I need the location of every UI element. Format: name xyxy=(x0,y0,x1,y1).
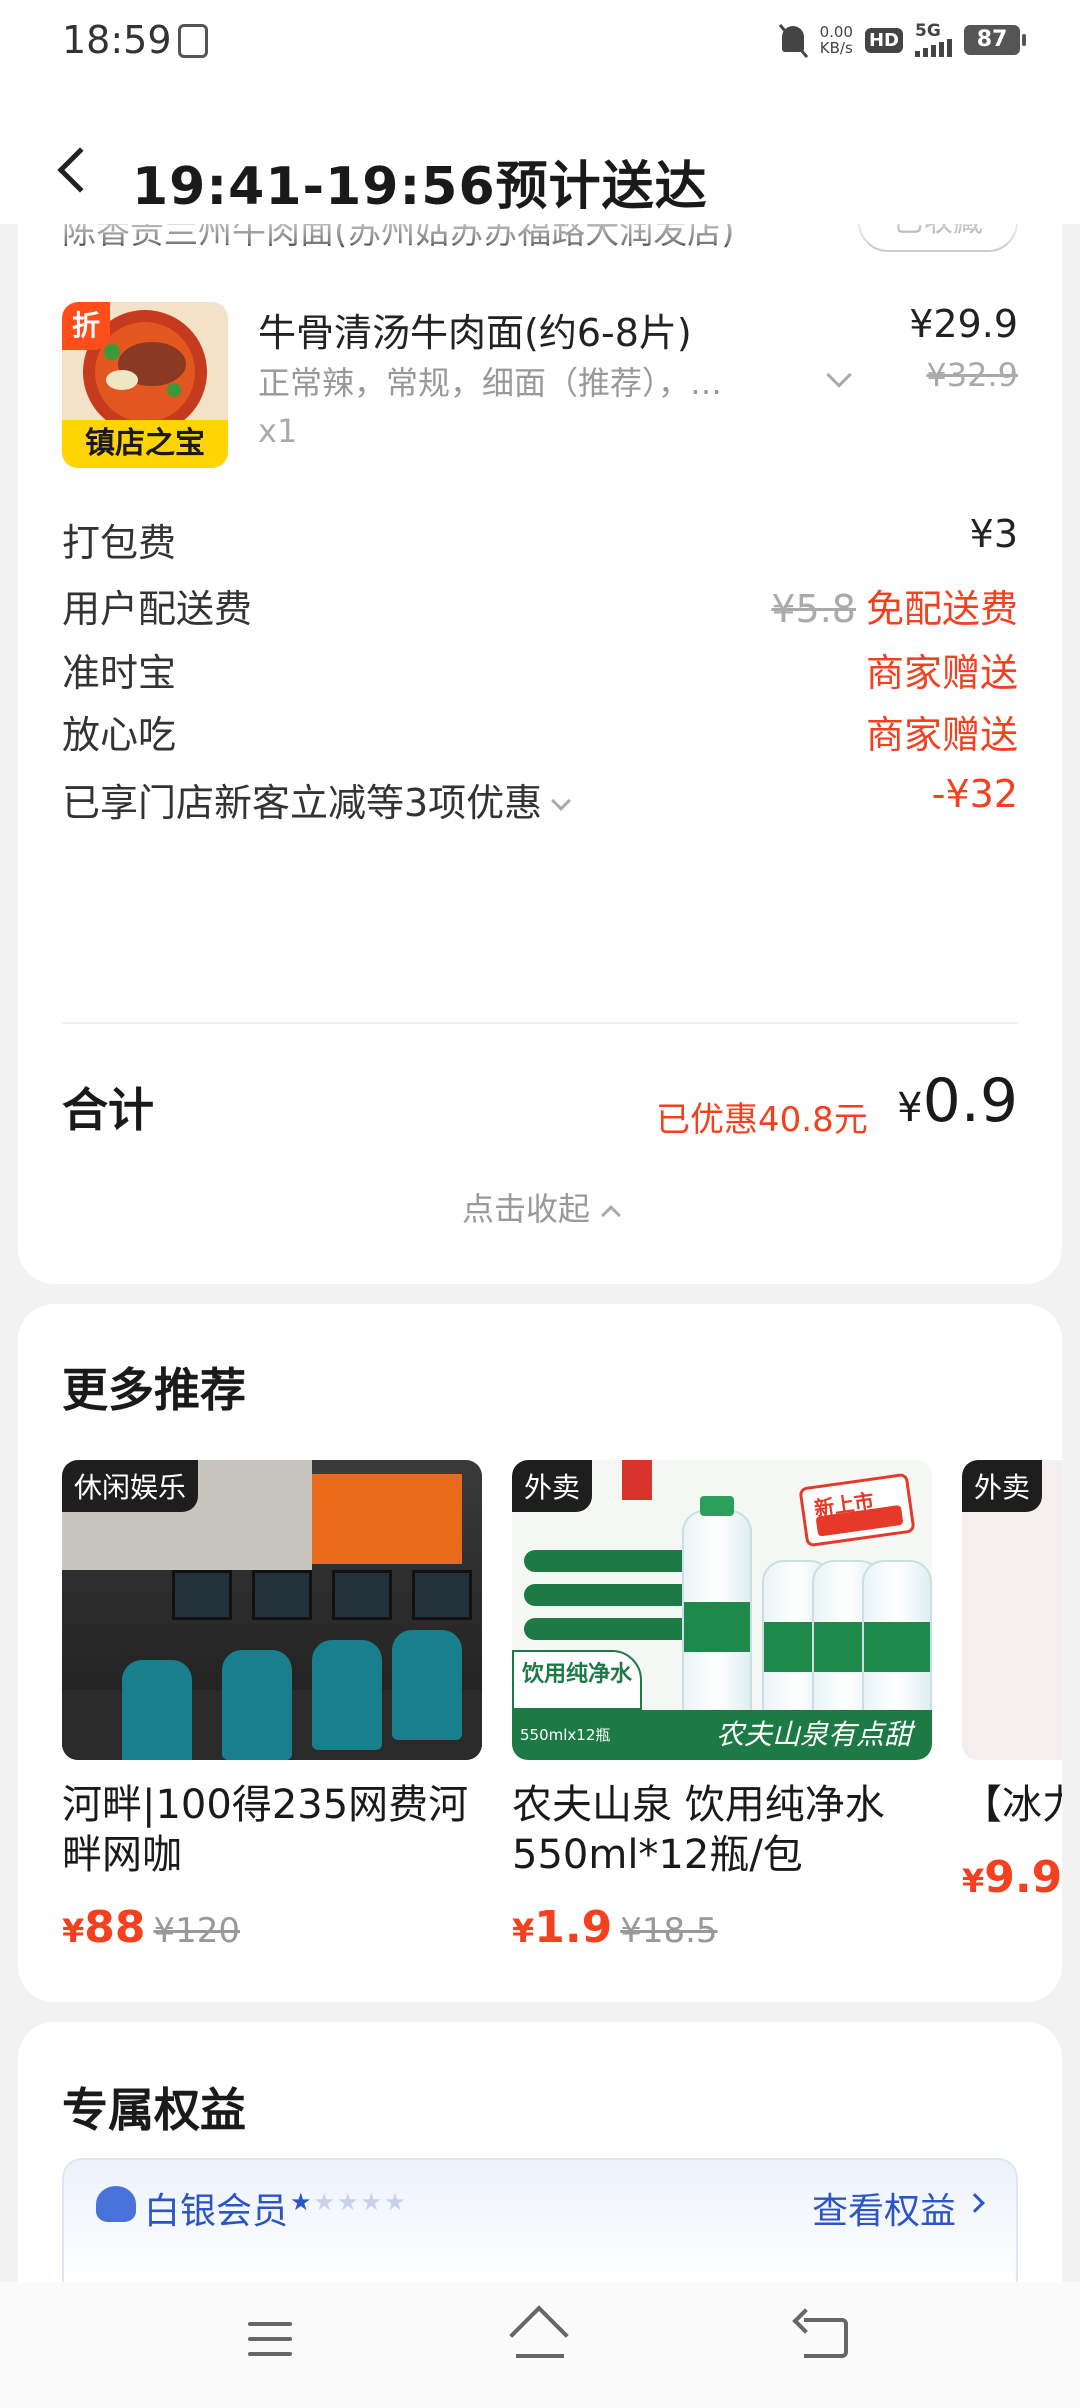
old-price: ¥18.5 xyxy=(620,1911,718,1951)
star-off: ★★★★ xyxy=(313,2188,408,2216)
chevron-right-icon[interactable] xyxy=(965,2193,985,2213)
fee-original: ¥5.8 xyxy=(771,587,856,631)
chevron-down-icon xyxy=(551,791,572,811)
status-bar: 18:59 0.00 KB/s HD 5G 87 xyxy=(0,0,1080,84)
member-level: 白银会员 xyxy=(144,2191,289,2232)
section-title: 专属权益 xyxy=(62,2083,246,2137)
collapse-label: 点击收起 xyxy=(461,1190,590,1228)
fee-value: ¥5.8 免配送费 xyxy=(771,578,1018,633)
member-badge-icon xyxy=(96,2186,136,2222)
net-speed: 0.00 KB/s xyxy=(820,24,853,56)
net-speed-unit: KB/s xyxy=(819,39,853,57)
home-icon[interactable] xyxy=(509,2305,569,2365)
collapse-button[interactable]: 点击收起 xyxy=(18,1184,1062,1230)
recommend-item-name: 河畔|100得235网费河畔网咖 xyxy=(62,1782,469,1878)
chevron-up-icon xyxy=(601,1205,621,1225)
order-card: 陈香贵兰州牛肉面(苏州姑苏苏福路大润发店) 已收藏 折 镇店之宝 牛骨清汤牛肉面… xyxy=(18,224,1062,1284)
watermelon-cup-image[interactable]: 外卖 xyxy=(962,1460,1062,1760)
fee-row-delivery: 用户配送费 ¥5.8 免配送费 xyxy=(62,578,1018,638)
signal-icon: 5G xyxy=(915,23,952,57)
page-header: 19:41-19:56预计送达 xyxy=(0,84,1080,224)
fee-row-ontime: 准时宝 商家赠送 xyxy=(62,642,1018,702)
category-tag: 外卖 xyxy=(512,1460,593,1512)
currency-symbol: ¥ xyxy=(897,1085,923,1131)
status-icons: 0.00 KB/s HD 5G 87 xyxy=(778,22,1026,58)
view-benefits-link[interactable]: 查看权益 xyxy=(812,2182,956,2234)
fee-value: 商家赠送 xyxy=(865,713,1018,757)
network-type: 5G xyxy=(915,21,941,41)
page-title: 19:41-19:56预计送达 xyxy=(132,157,708,217)
status-time: 18:59 xyxy=(62,18,172,62)
currency-symbol: ¥ xyxy=(62,1912,85,1950)
currency-symbol: ¥ xyxy=(962,1862,985,1900)
recommend-item-name: 【冰力西瓜杯 xyxy=(962,1782,1062,1828)
fee-label: 用户配送费 xyxy=(62,587,253,631)
price-value: 1.9 xyxy=(534,1902,613,1953)
back-arrow-icon[interactable] xyxy=(57,147,103,193)
back-icon[interactable] xyxy=(804,2318,848,2358)
recommend-item-price: ¥88 ¥120 xyxy=(62,1902,482,1953)
product-price: ¥29.9 xyxy=(909,302,1018,346)
divider xyxy=(62,1022,1018,1024)
water-product-image[interactable]: 新上市 饮用纯净水 550mlx12瓶 农夫山泉有点甜 外卖 xyxy=(512,1460,932,1760)
shop-strip: 陈香贵兰州牛肉面(苏州姑苏苏福路大润发店) 已收藏 xyxy=(18,224,1062,264)
recommend-item[interactable]: 新上市 饮用纯净水 550mlx12瓶 农夫山泉有点甜 外卖 农夫山泉 饮用纯净水… xyxy=(512,1460,932,1953)
star-on: ★ xyxy=(290,2188,314,2216)
discount-tag: 折 xyxy=(62,302,110,350)
category-tag: 休闲娱乐 xyxy=(62,1460,199,1512)
recommend-item-price: ¥1.9 ¥18.5 xyxy=(512,1902,932,1953)
menu-icon[interactable] xyxy=(248,2322,292,2356)
discount-value: -¥32 xyxy=(931,772,1018,816)
discount-label-text: 已享门店新客立减等3项优惠 xyxy=(62,781,543,825)
old-price: ¥120 xyxy=(153,1911,241,1951)
fee-label: 放心吃 xyxy=(62,713,177,757)
fee-free-label: 免配送费 xyxy=(865,587,1018,631)
net-speed-value: 0.00 xyxy=(819,23,853,41)
signature-dish-badge: 镇店之宝 xyxy=(62,420,228,468)
category-tag: 外卖 xyxy=(962,1460,1043,1512)
total-saved: 已优惠40.8元 xyxy=(656,1100,868,1140)
fee-row-packing: 打包费 ¥3 xyxy=(62,512,1018,572)
discount-label[interactable]: 已享门店新客立减等3项优惠 xyxy=(62,772,572,827)
fee-value: ¥3 xyxy=(969,512,1018,556)
recommend-item-name: 农夫山泉 饮用纯净水550ml*12瓶/包 xyxy=(512,1782,885,1878)
section-title: 更多推荐 xyxy=(62,1363,246,1417)
total-label: 合计 xyxy=(62,1083,154,1137)
total-value: 0.9 xyxy=(922,1066,1018,1136)
product-spec[interactable]: 正常辣，常规，细面（推荐），… xyxy=(258,358,722,404)
product-image[interactable]: 折 镇店之宝 xyxy=(62,302,228,468)
fee-label: 准时宝 xyxy=(62,651,177,695)
fee-label: 打包费 xyxy=(62,521,177,565)
system-nav-bar xyxy=(0,2282,1080,2408)
product-original-price: ¥32.9 xyxy=(926,356,1018,394)
internet-cafe-image[interactable]: 休闲娱乐 xyxy=(62,1460,482,1760)
recommend-item[interactable]: 外卖 【冰力西瓜杯 ¥9.9 xyxy=(962,1460,1062,1903)
battery-icon: 87 xyxy=(964,25,1026,55)
product-name: 牛骨清汤牛肉面(约6-8片) xyxy=(258,311,692,355)
recommend-item-price: ¥9.9 xyxy=(962,1852,1062,1903)
price-value: 9.9 xyxy=(984,1852,1062,1903)
fee-value: 商家赠送 xyxy=(865,651,1018,695)
bell-muted-icon xyxy=(778,22,808,58)
product-quantity: x1 xyxy=(258,412,298,450)
price-value: 88 xyxy=(84,1902,146,1953)
member-stars: ★★★★★ xyxy=(290,2188,408,2216)
hd-badge: HD xyxy=(864,27,903,53)
recommend-item[interactable]: 休闲娱乐 河畔|100得235网费河畔网咖 ¥88 ¥120 xyxy=(62,1460,482,1953)
chevron-down-icon[interactable] xyxy=(826,362,852,388)
fee-row-food-safety: 放心吃 商家赠送 xyxy=(62,704,1018,764)
shield-icon xyxy=(178,24,208,58)
discount-row[interactable]: 已享门店新客立减等3项优惠 -¥32 xyxy=(62,772,1018,832)
recommend-card: 更多推荐 休闲娱乐 河畔|100得235网费河畔网咖 ¥88 ¥120 新上市 … xyxy=(18,1304,1062,2002)
total-amount: ¥0.9 xyxy=(897,1066,1018,1136)
currency-symbol: ¥ xyxy=(512,1912,535,1950)
